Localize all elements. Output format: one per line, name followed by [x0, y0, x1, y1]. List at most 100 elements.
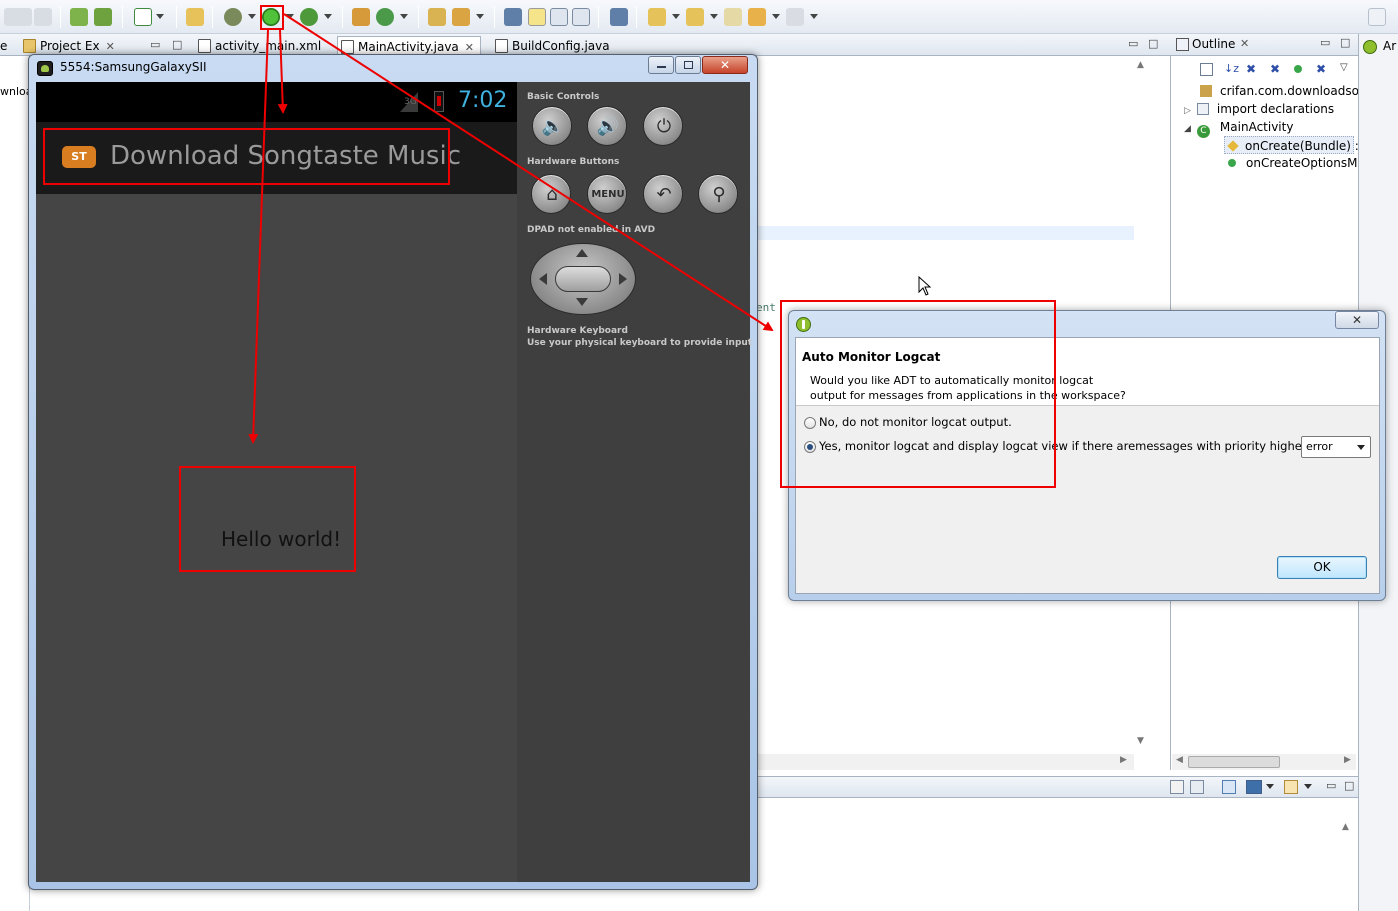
folder-icon	[23, 39, 36, 53]
console-body[interactable]: ▲	[756, 798, 1358, 911]
volume-down-icon: 🔈	[541, 116, 565, 137]
expand-icon[interactable]: ▷	[1184, 106, 1191, 116]
maximize-icon[interactable]: □	[1340, 36, 1350, 49]
sort-icon[interactable]: ↓z	[1224, 62, 1239, 75]
chevron-down-icon[interactable]	[1304, 784, 1312, 789]
back-icon[interactable]	[748, 8, 766, 26]
chevron-down-icon[interactable]	[1266, 784, 1274, 789]
volume-up-button[interactable]: 🔊	[587, 106, 627, 146]
debug-icon[interactable]	[224, 8, 242, 26]
scroll-right-icon[interactable]: ▶	[1120, 755, 1127, 765]
run-external-tools-icon[interactable]	[300, 8, 318, 26]
toggle-block-selection-icon[interactable]	[550, 8, 568, 26]
outline-item-class[interactable]: ◢ C MainActivity	[1184, 118, 1293, 138]
android-icon[interactable]	[1363, 40, 1377, 54]
open-perspective-icon[interactable]	[1368, 8, 1386, 26]
open-type-icon[interactable]	[428, 8, 446, 26]
package-icon	[1200, 85, 1212, 97]
display-console-icon[interactable]	[1246, 780, 1262, 794]
dpad-center-button[interactable]	[555, 266, 611, 292]
close-icon: ✕	[1351, 313, 1363, 327]
previous-annotation-icon[interactable]	[686, 8, 704, 26]
minimize-icon[interactable]: ▭	[1128, 37, 1138, 50]
ok-button[interactable]: OK	[1277, 556, 1367, 579]
outline-item-oncreateoptionsmenu[interactable]: onCreateOptionsM	[1228, 154, 1357, 172]
editor-horizontal-scrollbar[interactable]: ▶	[756, 754, 1134, 770]
annotation-box-hello-world	[179, 466, 356, 572]
avd-manager-icon[interactable]	[94, 8, 112, 26]
minimize-icon[interactable]: ▭	[150, 38, 160, 51]
copy-icon[interactable]	[14, 8, 32, 26]
power-button[interactable]: ⏻	[643, 106, 683, 146]
view-menu-icon[interactable]: ▽	[1340, 62, 1348, 73]
signal-icon: 3G	[400, 92, 418, 112]
toggle-mark-occurrences-icon[interactable]	[528, 8, 546, 26]
collapse-all-icon[interactable]	[1200, 63, 1213, 76]
tab-activity-main-xml[interactable]: activity_main.xml	[195, 36, 321, 56]
outline-item-oncreate[interactable]: onCreate(Bundle) :	[1224, 136, 1359, 154]
hide-fields-icon[interactable]: ✖	[1246, 62, 1256, 76]
menu-button[interactable]: MENU	[587, 174, 627, 214]
open-console-icon[interactable]	[1284, 780, 1298, 794]
clear-console-icon[interactable]	[1170, 780, 1184, 794]
next-annotation-icon[interactable]	[648, 8, 666, 26]
scroll-right-icon[interactable]: ▶	[1344, 755, 1351, 765]
show-whitespace-icon[interactable]	[572, 8, 590, 26]
tab-mainactivity-java[interactable]: MainActivity.java ✕	[337, 36, 481, 56]
tab-buildconfig-java[interactable]: BuildConfig.java	[492, 36, 610, 56]
outline-item-imports[interactable]: ▷ import declarations	[1184, 100, 1334, 118]
lint-check-icon[interactable]	[134, 8, 152, 26]
volume-down-button[interactable]: 🔈	[532, 106, 572, 146]
minimize-icon[interactable]: ▭	[1320, 36, 1330, 49]
dpad-left-icon[interactable]	[539, 273, 547, 285]
outline-item-package[interactable]: crifan.com.downloadsor	[1200, 82, 1364, 100]
outline-horizontal-scrollbar[interactable]: ◀ ▶	[1172, 754, 1356, 770]
java-file-icon	[341, 40, 354, 54]
new-package-icon[interactable]	[352, 8, 370, 26]
tab-project-explorer[interactable]: Project Ex ✕	[20, 36, 115, 56]
android-sdk-manager-icon[interactable]	[70, 8, 88, 26]
dpad-down-icon[interactable]	[576, 298, 588, 306]
maximize-icon[interactable]: □	[1344, 779, 1354, 792]
back-button[interactable]: ↶	[643, 174, 683, 214]
last-edit-location-icon[interactable]	[724, 8, 742, 26]
maximize-icon[interactable]: □	[1148, 37, 1158, 50]
scroll-up-icon[interactable]: ▲	[1342, 822, 1349, 832]
scroll-thumb[interactable]	[1188, 756, 1280, 768]
pin-console-icon[interactable]	[1222, 780, 1236, 794]
close-icon[interactable]: ✕	[106, 40, 115, 53]
maximize-icon[interactable]: □	[172, 38, 182, 51]
tab-partial[interactable]: e	[0, 36, 7, 56]
new-android-project-icon[interactable]	[186, 8, 204, 26]
hide-local-types-icon[interactable]: ✖	[1316, 62, 1326, 76]
scroll-left-icon[interactable]: ◀	[1176, 755, 1183, 765]
forward-icon[interactable]	[786, 8, 804, 26]
open-task-icon[interactable]	[452, 8, 470, 26]
skip-breakpoints-icon[interactable]	[610, 8, 628, 26]
window-close-button[interactable]: ✕	[702, 56, 748, 74]
console-header: ▭ □	[756, 776, 1358, 798]
scroll-up-icon[interactable]: ▲	[1137, 60, 1144, 70]
search-icon[interactable]	[504, 8, 522, 26]
dpad-up-icon[interactable]	[576, 249, 588, 257]
priority-select[interactable]: error	[1301, 436, 1371, 458]
annotation-box-app-title	[43, 128, 450, 185]
search-icon: ⚲	[712, 184, 726, 205]
hide-non-public-icon[interactable]	[1294, 65, 1302, 73]
java-file-icon	[495, 39, 508, 53]
close-icon[interactable]: ✕	[465, 41, 474, 54]
dpad-right-icon[interactable]	[619, 273, 627, 285]
scroll-lock-icon[interactable]	[1190, 780, 1204, 794]
dialog-close-button[interactable]: ✕	[1335, 311, 1379, 329]
window-maximize-button[interactable]	[675, 56, 701, 74]
hide-static-icon[interactable]: ✖	[1270, 62, 1280, 76]
new-class-icon[interactable]	[376, 8, 394, 26]
scroll-down-icon[interactable]: ▼	[1137, 736, 1144, 746]
minimize-icon[interactable]: ▭	[1326, 779, 1336, 792]
print-icon[interactable]	[34, 8, 52, 26]
close-icon[interactable]: ✕	[1240, 37, 1249, 50]
collapse-icon[interactable]: ◢	[1184, 124, 1191, 134]
window-minimize-button[interactable]	[648, 56, 674, 74]
search-button[interactable]: ⚲	[698, 174, 738, 214]
home-button[interactable]: ⌂	[531, 174, 571, 214]
